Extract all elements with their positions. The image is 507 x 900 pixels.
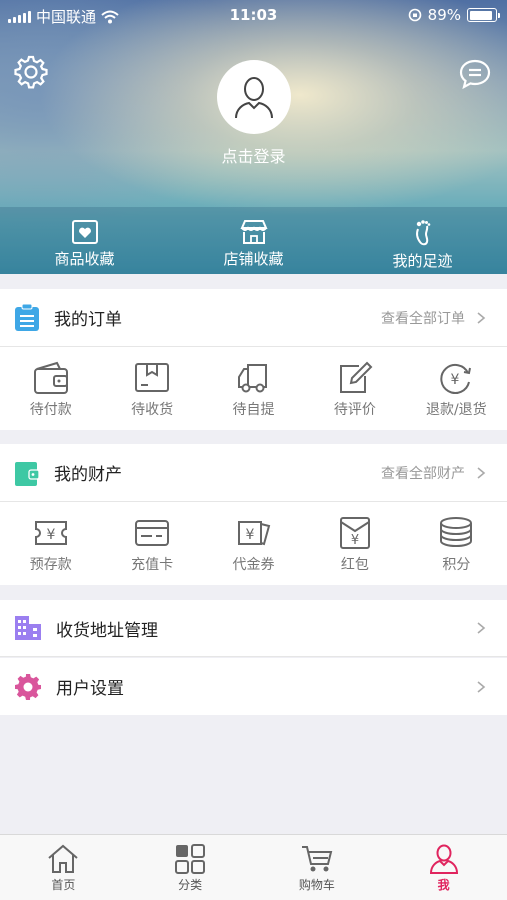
asset-red-envelope[interactable]: ¥ 红包	[304, 502, 405, 585]
asset-points[interactable]: 积分	[406, 502, 507, 585]
tab-home[interactable]: 首页	[0, 835, 127, 900]
svg-text:¥: ¥	[46, 527, 55, 543]
user-settings-label: 用户设置	[56, 679, 124, 699]
store-icon	[239, 220, 268, 244]
tab-me[interactable]: 我	[380, 835, 507, 900]
avatar[interactable]	[217, 60, 291, 134]
user-icon	[429, 844, 458, 874]
order-pending-pickup-label: 待自提	[232, 402, 275, 418]
wallet-assets-icon	[15, 461, 40, 486]
ticket-yen-icon: ¥	[34, 521, 67, 545]
voucher-icon: ¥	[237, 521, 270, 546]
asset-voucher-label: 代金券	[232, 557, 275, 573]
asset-recharge-card[interactable]: 充值卡	[101, 502, 202, 585]
favorite-goods-button[interactable]: 商品收藏	[0, 207, 169, 274]
footprint-label: 我的足迹	[392, 252, 453, 270]
order-refund-label: 退款/退货	[425, 402, 487, 418]
cart-icon	[301, 846, 333, 872]
favorite-stores-button[interactable]: 店铺收藏	[169, 207, 338, 274]
settings-gear-icon[interactable]	[13, 54, 49, 90]
favorites-bar: 商品收藏 店铺收藏 我的足迹	[0, 207, 507, 274]
order-pending-payment-label: 待付款	[29, 402, 72, 418]
battery-percent: 89%	[427, 6, 461, 24]
address-management-row[interactable]: 收货地址管理	[0, 600, 507, 657]
asset-red-envelope-label: 红包	[340, 557, 369, 573]
red-envelope-icon: ¥	[339, 517, 370, 549]
tab-home-label: 首页	[51, 878, 76, 892]
asset-recharge-card-label: 充值卡	[131, 557, 174, 573]
tab-cart[interactable]: 购物车	[254, 835, 381, 900]
svg-text:¥: ¥	[351, 533, 359, 548]
rotation-lock-icon	[408, 8, 421, 22]
asset-voucher[interactable]: ¥ 代金券	[203, 502, 304, 585]
settings-cog-icon	[15, 673, 41, 700]
favorite-stores-label: 店铺收藏	[223, 250, 284, 268]
asset-prepaid-label: 预存款	[29, 557, 72, 573]
user-silhouette-icon	[235, 77, 273, 119]
order-pending-pickup[interactable]: 待自提	[203, 347, 304, 430]
orders-header[interactable]: 我的订单 查看全部订单	[0, 289, 507, 347]
order-pending-review[interactable]: 待评价	[304, 347, 405, 430]
building-icon	[15, 616, 41, 640]
clipboard-list-icon	[15, 303, 39, 331]
view-all-orders-link[interactable]: 查看全部订单	[381, 308, 465, 328]
orders-title: 我的订单	[54, 310, 122, 330]
order-pending-review-label: 待评价	[333, 402, 376, 418]
status-bar: 中国联通 11:03 89%	[0, 0, 507, 30]
order-refund[interactable]: ¥ 退款/退货	[406, 347, 507, 430]
chevron-right-icon	[477, 680, 486, 693]
login-link[interactable]: 点击登录	[0, 143, 507, 167]
footprint-button[interactable]: 我的足迹	[338, 207, 507, 274]
tab-category[interactable]: 分类	[127, 835, 254, 900]
message-icon[interactable]	[458, 58, 492, 90]
assets-card: 我的财产 查看全部财产 ¥ 预存款 充值卡 ¥ 代金券 ¥ 红包 积分	[0, 444, 507, 585]
order-status-row: 待付款 待收货 待自提 待评价 ¥ 退款/退货	[0, 347, 507, 430]
coins-icon	[440, 517, 473, 548]
chevron-right-icon	[477, 311, 486, 324]
chevron-right-icon	[477, 622, 486, 634]
card-icon	[135, 520, 170, 546]
orders-card: 我的订单 查看全部订单 待付款 待收货 待自提 待评价 ¥ 退款/退货	[0, 289, 507, 430]
view-all-assets-link[interactable]: 查看全部财产	[381, 463, 465, 483]
assets-title: 我的财产	[54, 465, 122, 485]
order-pending-payment[interactable]: 待付款	[0, 347, 101, 430]
assets-row: ¥ 预存款 充值卡 ¥ 代金券 ¥ 红包 积分	[0, 502, 507, 585]
truck-icon	[237, 364, 267, 393]
footprint-icon	[415, 220, 430, 246]
assets-header[interactable]: 我的财产 查看全部财产	[0, 444, 507, 502]
tab-bar: 首页 分类 购物车 我	[0, 834, 507, 900]
address-management-label: 收货地址管理	[56, 620, 158, 641]
favorite-goods-label: 商品收藏	[54, 250, 115, 268]
tab-me-label: 我	[437, 878, 450, 892]
package-icon	[135, 363, 170, 392]
tab-category-label: 分类	[178, 878, 203, 892]
heart-box-icon	[71, 220, 98, 244]
wallet-icon	[33, 361, 68, 394]
asset-prepaid[interactable]: ¥ 预存款	[0, 502, 101, 585]
order-pending-receipt-label: 待收货	[131, 402, 174, 418]
asset-points-label: 积分	[442, 557, 471, 573]
tab-cart-label: 购物车	[298, 878, 335, 892]
edit-icon	[339, 361, 373, 393]
svg-text:¥: ¥	[451, 372, 460, 388]
svg-text:¥: ¥	[245, 527, 254, 543]
chevron-right-icon	[477, 466, 486, 479]
user-settings-row[interactable]: 用户设置	[0, 658, 507, 715]
home-icon	[48, 844, 79, 873]
order-pending-receipt[interactable]: 待收货	[101, 347, 202, 430]
battery-icon	[467, 8, 500, 22]
refund-icon: ¥	[440, 363, 472, 394]
profile-header: 中国联通 11:03 89% 点击登录 商品收藏 店铺收藏 我的足迹	[0, 0, 507, 274]
grid-icon	[175, 844, 206, 874]
